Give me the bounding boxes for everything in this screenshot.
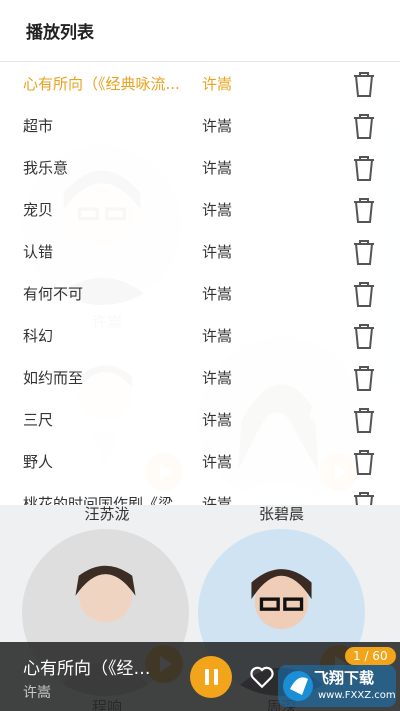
song-title: 三尺 [23, 410, 54, 429]
song-title: 有何不可 [23, 284, 84, 303]
song-row-2[interactable]: 超市 许嵩 [0, 104, 400, 146]
trash-icon[interactable] [351, 406, 377, 434]
now-playing-artist: 许嵩 [23, 685, 51, 701]
song-title: 宠贝 [23, 200, 54, 219]
song-row-9[interactable]: 三尺 许嵩 [0, 398, 400, 440]
song-list[interactable]: 心有所向（《经典咏流... 许嵩 超市 许嵩 我乐意 许嵩 宠贝 许嵩 认错 许… [0, 62, 400, 505]
song-title: 我乐意 [23, 158, 69, 177]
trash-icon[interactable] [351, 238, 377, 266]
song-row-1[interactable]: 心有所向（《经典咏流... 许嵩 [0, 62, 400, 104]
song-title: 认错 [23, 242, 54, 261]
trash-icon[interactable] [351, 112, 377, 140]
trash-icon[interactable] [351, 70, 377, 98]
trash-icon[interactable] [351, 154, 377, 182]
playlist-header: 播放列表 [0, 0, 400, 62]
artist-name-3: 张碧晨 [258, 505, 304, 523]
song-artist: 许嵩 [202, 326, 233, 345]
pause-icon [204, 669, 209, 685]
song-row-6[interactable]: 有何不可 许嵩 [0, 272, 400, 314]
song-artist: 许嵩 [202, 74, 233, 93]
song-artist: 许嵩 [202, 116, 233, 135]
watermark-brand: 飞翔下载 [314, 669, 375, 687]
pause-button[interactable] [190, 656, 232, 698]
song-row-3[interactable]: 我乐意 许嵩 [0, 146, 400, 188]
trash-icon[interactable] [351, 490, 377, 505]
trash-icon[interactable] [351, 322, 377, 350]
song-row-8[interactable]: 如约而至 许嵩 [0, 356, 400, 398]
trash-icon[interactable] [351, 448, 377, 476]
song-artist: 许嵩 [202, 368, 233, 387]
playlist-counter: 1 / 60 [345, 647, 396, 665]
trash-icon[interactable] [351, 364, 377, 392]
song-title: 野人 [23, 452, 54, 471]
playlist-title: 播放列表 [26, 23, 94, 43]
song-artist: 许嵩 [202, 494, 233, 506]
song-artist: 许嵩 [202, 242, 233, 261]
trash-icon[interactable] [351, 280, 377, 308]
song-artist: 许嵩 [202, 284, 233, 303]
artist-name-2: 汪苏泷 [84, 505, 130, 523]
song-artist: 许嵩 [202, 200, 233, 219]
playlist-panel: 播放列表 心有所向（《经典咏流... 许嵩 超市 许嵩 我乐意 许嵩 宠贝 许嵩… [0, 0, 400, 505]
trash-icon[interactable] [351, 196, 377, 224]
song-row-11[interactable]: 桃花的时间国作剧《梁... 许嵩 [0, 482, 400, 505]
song-artist: 许嵩 [202, 452, 233, 471]
now-playing-title: 心有所向（《经典咏流 [23, 659, 163, 679]
song-title: 超市 [23, 116, 54, 135]
song-title: 科幻 [23, 326, 54, 345]
watermark-url: www.FXXZ.com [318, 690, 396, 701]
song-artist: 许嵩 [202, 410, 233, 429]
song-row-7[interactable]: 科幻 许嵩 [0, 314, 400, 356]
pause-icon [213, 669, 218, 685]
song-row-10[interactable]: 野人 许嵩 [0, 440, 400, 482]
heart-icon[interactable] [249, 664, 275, 690]
song-title: 桃花的时间国作剧《梁... [23, 494, 188, 506]
song-title: 心有所向（《经典咏流... [23, 74, 180, 93]
song-row-4[interactable]: 宠贝 许嵩 [0, 188, 400, 230]
song-row-5[interactable]: 认错 许嵩 [0, 230, 400, 272]
song-artist: 许嵩 [202, 158, 233, 177]
song-title: 如约而至 [23, 368, 84, 387]
